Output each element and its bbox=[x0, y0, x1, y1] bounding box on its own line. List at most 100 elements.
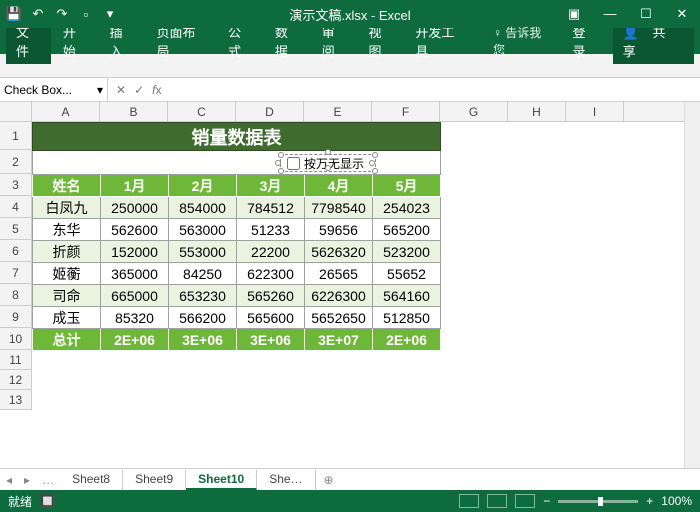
sheet-tab[interactable]: Sheet8 bbox=[60, 470, 123, 490]
cell[interactable]: 562600 bbox=[101, 219, 169, 241]
cell[interactable]: 东华 bbox=[33, 219, 101, 241]
cell[interactable]: 5626320 bbox=[305, 241, 373, 263]
sheet-tab[interactable]: Sheet9 bbox=[123, 470, 186, 490]
row-header[interactable]: 4 bbox=[0, 196, 32, 218]
column-headers[interactable]: ABCDEFGHI bbox=[32, 102, 684, 122]
cell[interactable]: 565200 bbox=[373, 219, 441, 241]
row-header[interactable]: 2 bbox=[0, 150, 32, 174]
cell[interactable]: 3E+06 bbox=[169, 329, 237, 351]
checkbox-input[interactable] bbox=[287, 157, 300, 170]
select-all-triangle[interactable] bbox=[0, 102, 32, 122]
row-header[interactable]: 13 bbox=[0, 390, 32, 410]
cell[interactable]: 4月 bbox=[305, 175, 373, 197]
row-header[interactable]: 1 bbox=[0, 122, 32, 150]
cell[interactable]: 59656 bbox=[305, 219, 373, 241]
sheet-tab[interactable]: She… bbox=[257, 470, 315, 490]
checkbox-control[interactable]: 按万无显示 bbox=[280, 154, 376, 172]
undo-icon[interactable]: ↶ bbox=[30, 6, 46, 22]
save-icon[interactable]: 💾 bbox=[6, 6, 22, 22]
row-header[interactable]: 10 bbox=[0, 328, 32, 350]
cell[interactable]: 白凤九 bbox=[33, 197, 101, 219]
name-box[interactable]: Check Box...▾ bbox=[0, 78, 108, 101]
chevron-down-icon[interactable]: ▾ bbox=[97, 83, 103, 97]
row-header[interactable]: 5 bbox=[0, 218, 32, 240]
zoom-out-icon[interactable]: − bbox=[543, 494, 550, 508]
cell[interactable]: 254023 bbox=[373, 197, 441, 219]
view-normal-icon[interactable] bbox=[459, 494, 479, 508]
cell[interactable]: 总计 bbox=[33, 329, 101, 351]
cell[interactable]: 653230 bbox=[169, 285, 237, 307]
cells-area[interactable]: 销量数据表姓名1月2月3月4月5月白凤九25000085400078451277… bbox=[32, 122, 441, 410]
enter-icon[interactable]: ✓ bbox=[134, 83, 144, 97]
col-header[interactable]: C bbox=[168, 102, 236, 121]
zoom-level[interactable]: 100% bbox=[661, 494, 692, 508]
cell[interactable]: 784512 bbox=[237, 197, 305, 219]
cell[interactable]: 84250 bbox=[169, 263, 237, 285]
close-icon[interactable]: ✕ bbox=[670, 6, 694, 22]
cell[interactable]: 665000 bbox=[101, 285, 169, 307]
cell[interactable]: 85320 bbox=[101, 307, 169, 329]
cell[interactable]: 622300 bbox=[237, 263, 305, 285]
cell[interactable]: 姓名 bbox=[33, 175, 101, 197]
cell[interactable]: 3月 bbox=[237, 175, 305, 197]
col-header[interactable]: I bbox=[566, 102, 624, 121]
redo-icon[interactable]: ↷ bbox=[54, 6, 70, 22]
tell-me[interactable]: ♀ 告诉我您 bbox=[483, 20, 561, 62]
cell[interactable]: 854000 bbox=[169, 197, 237, 219]
row-header[interactable]: 6 bbox=[0, 240, 32, 262]
cell[interactable]: 365000 bbox=[101, 263, 169, 285]
cell[interactable]: 折颜 bbox=[33, 241, 101, 263]
cell[interactable]: 250000 bbox=[101, 197, 169, 219]
cell[interactable]: 销量数据表 bbox=[33, 123, 441, 151]
cell[interactable]: 7798540 bbox=[305, 197, 373, 219]
maximize-icon[interactable]: ☐ bbox=[634, 6, 658, 22]
vertical-scrollbar[interactable] bbox=[684, 102, 700, 468]
fx-icon[interactable]: fx bbox=[152, 83, 161, 97]
sheet-tab[interactable]: Sheet10 bbox=[186, 470, 257, 490]
cell[interactable]: 2E+06 bbox=[101, 329, 169, 351]
cell[interactable]: 26565 bbox=[305, 263, 373, 285]
zoom-in-icon[interactable]: + bbox=[646, 494, 653, 508]
cell[interactable]: 51233 bbox=[237, 219, 305, 241]
ribbon-options-icon[interactable]: ▣ bbox=[562, 6, 586, 22]
row-header[interactable]: 8 bbox=[0, 284, 32, 306]
row-header[interactable]: 3 bbox=[0, 174, 32, 196]
row-header[interactable]: 9 bbox=[0, 306, 32, 328]
row-header[interactable]: 12 bbox=[0, 370, 32, 390]
sheet-nav-more[interactable]: … bbox=[36, 473, 60, 487]
cell[interactable]: 1月 bbox=[101, 175, 169, 197]
cell[interactable]: 22200 bbox=[237, 241, 305, 263]
row-header[interactable]: 7 bbox=[0, 262, 32, 284]
add-sheet-icon[interactable]: ⊕ bbox=[316, 473, 342, 487]
cell[interactable]: 565600 bbox=[237, 307, 305, 329]
cell[interactable]: 55652 bbox=[373, 263, 441, 285]
cell[interactable]: 5652650 bbox=[305, 307, 373, 329]
cell[interactable]: 2E+06 bbox=[373, 329, 441, 351]
sheet-nav-next[interactable]: ▸ bbox=[18, 473, 36, 487]
new-icon[interactable]: ▫ bbox=[78, 6, 94, 22]
col-header[interactable]: A bbox=[32, 102, 100, 121]
col-header[interactable]: G bbox=[440, 102, 508, 121]
cell[interactable]: 司命 bbox=[33, 285, 101, 307]
col-header[interactable]: B bbox=[100, 102, 168, 121]
cell[interactable]: 152000 bbox=[101, 241, 169, 263]
cell[interactable]: 姬蘅 bbox=[33, 263, 101, 285]
cell[interactable]: 6226300 bbox=[305, 285, 373, 307]
cell[interactable]: 3E+07 bbox=[305, 329, 373, 351]
sheet-nav-prev[interactable]: ◂ bbox=[0, 473, 18, 487]
cell[interactable]: 523200 bbox=[373, 241, 441, 263]
cancel-icon[interactable]: ✕ bbox=[116, 83, 126, 97]
minimize-icon[interactable]: — bbox=[598, 6, 622, 22]
cell[interactable]: 成玉 bbox=[33, 307, 101, 329]
row-headers[interactable]: 12345678910111213 bbox=[0, 122, 32, 410]
col-header[interactable]: H bbox=[508, 102, 566, 121]
qat-more-icon[interactable]: ▾ bbox=[102, 6, 118, 22]
col-header[interactable]: E bbox=[304, 102, 372, 121]
cell[interactable]: 3E+06 bbox=[237, 329, 305, 351]
cell[interactable]: 566200 bbox=[169, 307, 237, 329]
cell[interactable]: 512850 bbox=[373, 307, 441, 329]
view-pagebreak-icon[interactable] bbox=[515, 494, 535, 508]
view-pagelayout-icon[interactable] bbox=[487, 494, 507, 508]
cell[interactable]: 565260 bbox=[237, 285, 305, 307]
row-header[interactable]: 11 bbox=[0, 350, 32, 370]
